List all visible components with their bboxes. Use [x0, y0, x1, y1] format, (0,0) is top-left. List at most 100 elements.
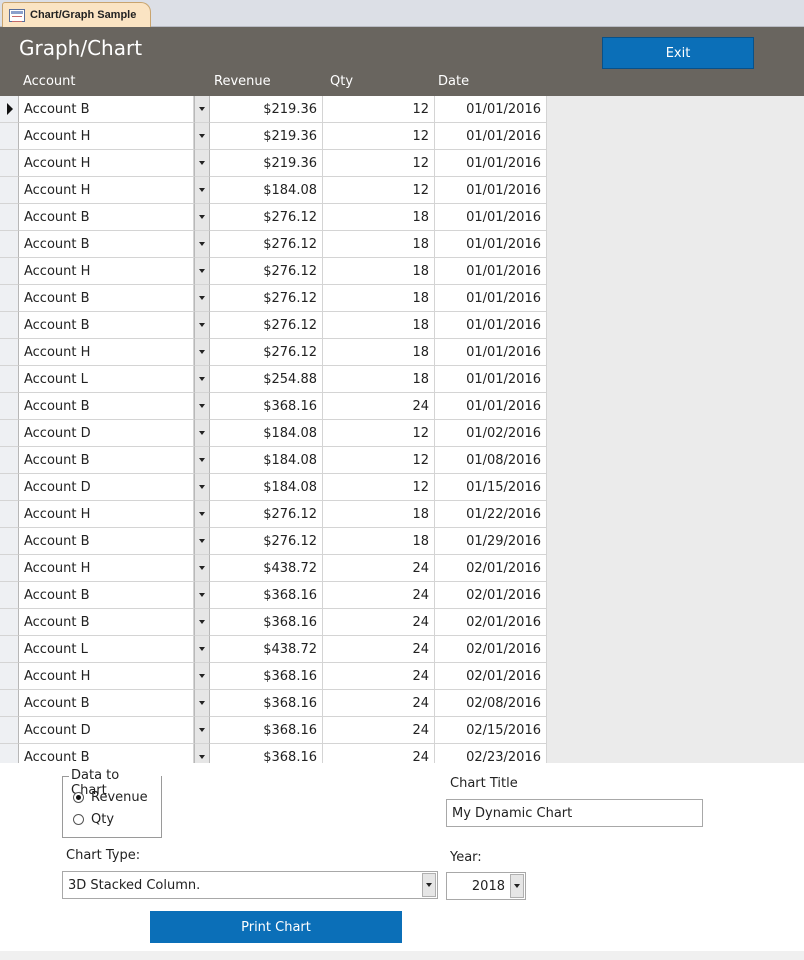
qty-cell[interactable]: 12	[323, 474, 435, 501]
record-selector[interactable]	[0, 177, 19, 204]
date-cell[interactable]: 02/08/2016	[435, 690, 547, 717]
account-dropdown-button[interactable]	[194, 258, 210, 285]
revenue-cell[interactable]: $219.36	[210, 150, 323, 177]
document-tab[interactable]: Chart/Graph Sample	[2, 2, 152, 27]
record-selector[interactable]	[0, 123, 19, 150]
account-dropdown-button[interactable]	[194, 744, 210, 763]
account-cell[interactable]: Account B	[19, 690, 194, 717]
record-selector[interactable]	[0, 204, 19, 231]
date-cell[interactable]: 01/02/2016	[435, 420, 547, 447]
qty-cell[interactable]: 24	[323, 609, 435, 636]
date-cell[interactable]: 01/01/2016	[435, 339, 547, 366]
account-cell[interactable]: Account B	[19, 609, 194, 636]
date-cell[interactable]: 02/01/2016	[435, 663, 547, 690]
account-dropdown-button[interactable]	[194, 420, 210, 447]
record-selector[interactable]	[0, 231, 19, 258]
record-selector[interactable]	[0, 258, 19, 285]
table-row[interactable]: Account B $184.08 12 01/08/2016	[0, 447, 547, 474]
table-row[interactable]: Account B $276.12 18 01/01/2016	[0, 231, 547, 258]
account-dropdown-button[interactable]	[194, 528, 210, 555]
account-cell[interactable]: Account H	[19, 150, 194, 177]
table-row[interactable]: Account D $368.16 24 02/15/2016	[0, 717, 547, 744]
table-row[interactable]: Account B $276.12 18 01/01/2016	[0, 285, 547, 312]
table-row[interactable]: Account H $276.12 18 01/01/2016	[0, 339, 547, 366]
date-cell[interactable]: 01/01/2016	[435, 177, 547, 204]
qty-cell[interactable]: 18	[323, 285, 435, 312]
account-cell[interactable]: Account H	[19, 663, 194, 690]
table-row[interactable]: Account B $276.12 18 01/29/2016	[0, 528, 547, 555]
date-cell[interactable]: 02/01/2016	[435, 555, 547, 582]
chart-type-select[interactable]: 3D Stacked Column.	[62, 871, 438, 899]
date-cell[interactable]: 01/01/2016	[435, 123, 547, 150]
record-selector[interactable]	[0, 663, 19, 690]
record-selector[interactable]	[0, 744, 19, 763]
date-cell[interactable]: 02/01/2016	[435, 636, 547, 663]
table-row[interactable]: Account B $368.16 24 02/23/2016	[0, 744, 547, 763]
revenue-cell[interactable]: $184.08	[210, 447, 323, 474]
account-dropdown-button[interactable]	[194, 150, 210, 177]
chart-title-input[interactable]: My Dynamic Chart	[446, 799, 703, 827]
account-cell[interactable]: Account H	[19, 123, 194, 150]
qty-cell[interactable]: 12	[323, 96, 435, 123]
date-cell[interactable]: 01/01/2016	[435, 150, 547, 177]
table-row[interactable]: Account H $219.36 12 01/01/2016	[0, 150, 547, 177]
account-dropdown-button[interactable]	[194, 204, 210, 231]
date-cell[interactable]: 02/23/2016	[435, 744, 547, 763]
revenue-cell[interactable]: $276.12	[210, 285, 323, 312]
date-cell[interactable]: 01/01/2016	[435, 366, 547, 393]
qty-cell[interactable]: 12	[323, 420, 435, 447]
account-dropdown-button[interactable]	[194, 393, 210, 420]
account-dropdown-button[interactable]	[194, 474, 210, 501]
chevron-down-icon[interactable]	[510, 874, 524, 898]
date-cell[interactable]: 01/01/2016	[435, 96, 547, 123]
account-cell[interactable]: Account B	[19, 393, 194, 420]
date-cell[interactable]: 01/01/2016	[435, 285, 547, 312]
record-selector[interactable]	[0, 96, 19, 123]
revenue-cell[interactable]: $254.88	[210, 366, 323, 393]
account-dropdown-button[interactable]	[194, 285, 210, 312]
year-select[interactable]: 2018	[446, 872, 526, 900]
account-cell[interactable]: Account H	[19, 258, 194, 285]
revenue-cell[interactable]: $368.16	[210, 582, 323, 609]
revenue-cell[interactable]: $219.36	[210, 123, 323, 150]
revenue-radio[interactable]	[73, 792, 84, 803]
qty-cell[interactable]: 24	[323, 744, 435, 763]
account-dropdown-button[interactable]	[194, 96, 210, 123]
qty-cell[interactable]: 18	[323, 312, 435, 339]
revenue-cell[interactable]: $276.12	[210, 204, 323, 231]
date-cell[interactable]: 02/01/2016	[435, 609, 547, 636]
date-cell[interactable]: 01/01/2016	[435, 393, 547, 420]
table-row[interactable]: Account B $276.12 18 01/01/2016	[0, 204, 547, 231]
record-selector[interactable]	[0, 312, 19, 339]
account-cell[interactable]: Account L	[19, 636, 194, 663]
revenue-cell[interactable]: $438.72	[210, 555, 323, 582]
table-row[interactable]: Account H $438.72 24 02/01/2016	[0, 555, 547, 582]
account-cell[interactable]: Account B	[19, 447, 194, 474]
date-cell[interactable]: 01/22/2016	[435, 501, 547, 528]
date-cell[interactable]: 02/01/2016	[435, 582, 547, 609]
qty-cell[interactable]: 24	[323, 690, 435, 717]
account-cell[interactable]: Account B	[19, 96, 194, 123]
revenue-cell[interactable]: $184.08	[210, 474, 323, 501]
account-cell[interactable]: Account L	[19, 366, 194, 393]
qty-cell[interactable]: 18	[323, 204, 435, 231]
account-cell[interactable]: Account B	[19, 744, 194, 763]
account-dropdown-button[interactable]	[194, 717, 210, 744]
account-dropdown-button[interactable]	[194, 312, 210, 339]
account-dropdown-button[interactable]	[194, 555, 210, 582]
record-selector[interactable]	[0, 366, 19, 393]
qty-cell[interactable]: 24	[323, 636, 435, 663]
qty-cell[interactable]: 12	[323, 123, 435, 150]
revenue-cell[interactable]: $276.12	[210, 231, 323, 258]
record-selector[interactable]	[0, 447, 19, 474]
table-row[interactable]: Account H $219.36 12 01/01/2016	[0, 123, 547, 150]
record-selector[interactable]	[0, 636, 19, 663]
qty-cell[interactable]: 18	[323, 528, 435, 555]
revenue-cell[interactable]: $368.16	[210, 717, 323, 744]
table-row[interactable]: Account B $276.12 18 01/01/2016	[0, 312, 547, 339]
account-cell[interactable]: Account B	[19, 285, 194, 312]
table-row[interactable]: Account B $368.16 24 02/01/2016	[0, 582, 547, 609]
account-cell[interactable]: Account B	[19, 528, 194, 555]
revenue-cell[interactable]: $276.12	[210, 312, 323, 339]
date-cell[interactable]: 01/15/2016	[435, 474, 547, 501]
